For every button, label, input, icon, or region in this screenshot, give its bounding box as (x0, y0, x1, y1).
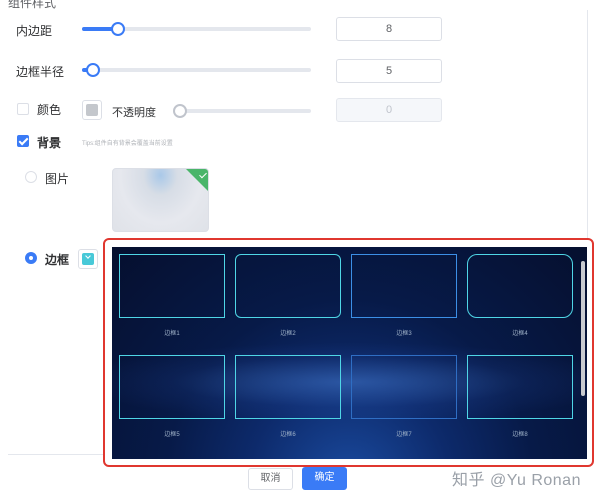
border-color-swatch[interactable] (78, 249, 98, 269)
image-radio[interactable] (25, 171, 37, 183)
padding-slider-thumb[interactable] (111, 22, 125, 36)
frame-preview-4 (467, 254, 573, 318)
chevron-down-icon (85, 253, 91, 259)
color-swatch[interactable] (82, 100, 102, 120)
opacity-input[interactable]: 0 (336, 98, 442, 122)
frame-label-5: 边框5 (164, 432, 180, 438)
color-swatch-fill (86, 104, 98, 116)
padding-input[interactable]: 8 (336, 17, 442, 41)
frame-preview-3 (351, 254, 457, 318)
frame-label-8: 边框8 (512, 432, 528, 438)
radius-slider[interactable] (82, 63, 311, 77)
frame-option-2[interactable]: 边框2 (235, 254, 341, 338)
opacity-slider[interactable] (173, 104, 311, 118)
frame-label-6: 边框6 (280, 432, 296, 438)
popup-scrollbar[interactable] (581, 261, 585, 396)
border-label: 边框 (45, 253, 70, 267)
background-checkbox[interactable] (17, 135, 29, 147)
watermark: 知乎 @Yu Ronan (452, 472, 581, 489)
frame-option-6[interactable]: 边框6 (235, 355, 341, 439)
padding-slider[interactable] (82, 22, 311, 36)
image-label: 图片 (45, 172, 70, 186)
border-picker-popup: 边框1 边框2 边框3 边框4 边框5 边框6 边框7 边框8 (103, 238, 594, 467)
frame-option-4[interactable]: 边框4 (467, 254, 573, 338)
background-image-thumbnail[interactable] (112, 168, 209, 232)
frame-preview-6 (235, 355, 341, 419)
frame-option-7[interactable]: 边框7 (351, 355, 457, 439)
color-label: 颜色 (37, 103, 62, 117)
frame-preview-2 (235, 254, 341, 318)
padding-label: 内边距 (16, 24, 53, 38)
border-picker-grid: 边框1 边框2 边框3 边框4 边框5 边框6 边框7 边框8 (112, 247, 587, 459)
background-tips: Tips:组件自有背景会覆盖当前设置 (82, 141, 173, 147)
frame-option-8[interactable]: 边框8 (467, 355, 573, 439)
opacity-label: 不透明度 (112, 107, 156, 119)
frame-preview-8 (467, 355, 573, 419)
confirm-button[interactable]: 确定 (302, 467, 347, 490)
frame-option-1[interactable]: 边框1 (119, 254, 225, 338)
frame-preview-1 (119, 254, 225, 318)
frame-label-3: 边框3 (396, 331, 412, 337)
frame-preview-5 (119, 355, 225, 419)
frame-label-2: 边框2 (280, 331, 296, 337)
color-checkbox[interactable] (17, 103, 29, 115)
frame-label-1: 边框1 (164, 331, 180, 337)
frame-option-5[interactable]: 边框5 (119, 355, 225, 439)
opacity-slider-thumb[interactable] (173, 104, 187, 118)
border-radio[interactable] (25, 252, 37, 264)
frame-label-7: 边框7 (396, 432, 412, 438)
frame-label-4: 边框4 (512, 331, 528, 337)
border-swatch-fill (82, 253, 94, 265)
cancel-button[interactable]: 取消 (248, 468, 293, 490)
radius-label: 边框半径 (16, 65, 65, 79)
radius-slider-thumb[interactable] (86, 63, 100, 77)
frame-preview-7 (351, 355, 457, 419)
radius-input[interactable]: 5 (336, 59, 442, 83)
background-label: 背景 (37, 136, 62, 150)
frame-option-3[interactable]: 边框3 (351, 254, 457, 338)
